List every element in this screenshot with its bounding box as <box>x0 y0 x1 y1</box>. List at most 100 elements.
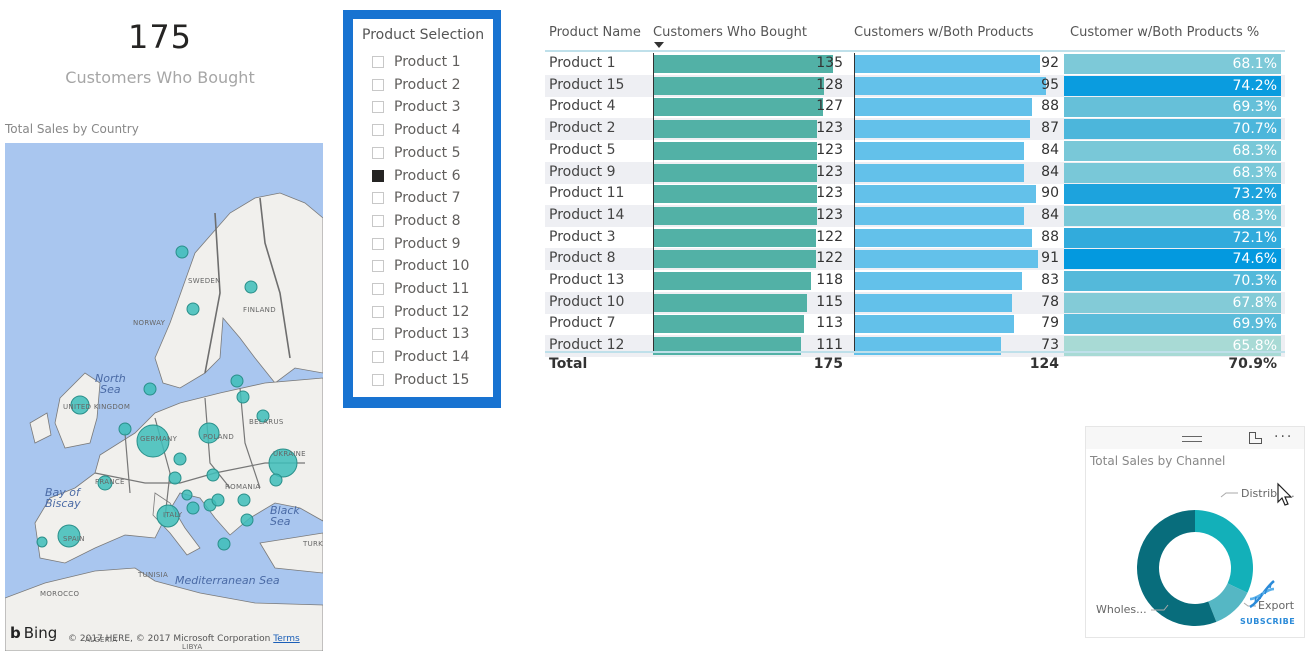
map-bubble[interactable] <box>186 302 200 316</box>
map-bubble[interactable] <box>230 374 244 388</box>
cell-product-name: Product 2 <box>549 120 616 137</box>
table-row[interactable]: Product 9 123 84 68.3% <box>545 161 1285 184</box>
column-header-customers-both[interactable]: Customers w/Both Products <box>854 25 1034 40</box>
table-row[interactable]: Product 2 123 87 70.7% <box>545 118 1285 141</box>
table-row[interactable]: Product 13 118 83 70.3% <box>545 270 1285 292</box>
checkbox[interactable] <box>372 237 384 250</box>
subscribe-button[interactable]: SUBSCRIBE <box>1240 617 1295 626</box>
checkbox[interactable] <box>372 373 384 386</box>
checkbox[interactable] <box>372 260 384 273</box>
donut-slice-distributor[interactable] <box>1195 510 1253 593</box>
table-row[interactable]: Product 4 127 88 69.3% <box>545 96 1285 118</box>
map-bubble[interactable] <box>237 493 251 507</box>
dna-icon <box>1249 580 1275 609</box>
table-row[interactable]: Product 7 113 79 69.9% <box>545 313 1285 335</box>
column-header-customers-both-pct[interactable]: Customer w/Both Products % <box>1070 25 1259 40</box>
map-visual[interactable]: SWEDEN NORWAY FINLAND UNITED KINGDOM GER… <box>5 143 323 651</box>
slicer-item-label: Product 9 <box>394 235 461 252</box>
map-bubble[interactable] <box>173 452 187 466</box>
cell-product-name: Product 11 <box>549 185 625 202</box>
slicer-item[interactable]: Product 6 <box>372 166 461 186</box>
cell-customers-bought: 128 <box>816 76 843 93</box>
column-header-customers-who-bought[interactable]: Customers Who Bought <box>653 25 807 40</box>
table-row[interactable]: Product 8 122 91 74.6% <box>545 248 1285 271</box>
map-bubble[interactable] <box>36 536 48 548</box>
slicer-item[interactable]: Product 8 <box>372 211 461 231</box>
slicer-item[interactable]: Product 7 <box>372 188 461 208</box>
kpi-value: 175 <box>127 18 193 56</box>
cell-customers-both: 78 <box>1041 293 1059 310</box>
slicer-item-label: Product 2 <box>394 76 461 93</box>
column-header-product-name[interactable]: Product Name <box>549 25 641 40</box>
slicer-item[interactable]: Product 1 <box>372 52 461 72</box>
map-bubble[interactable] <box>181 489 193 501</box>
slicer-item[interactable]: Product 3 <box>372 97 461 117</box>
slicer-item[interactable]: Product 10 <box>372 256 469 276</box>
map-bubble[interactable] <box>206 468 220 482</box>
slicer-item[interactable]: Product 15 <box>372 370 469 390</box>
checkbox[interactable] <box>372 146 384 159</box>
channel-donut-card[interactable]: ··· Total Sales by Channel Distribu... E… <box>1085 426 1305 638</box>
checkbox[interactable] <box>372 124 384 137</box>
cell-customers-bought: 113 <box>816 315 843 332</box>
slicer-item-label: Product 10 <box>394 258 470 275</box>
map-bubble[interactable] <box>175 245 189 259</box>
map-bubble[interactable] <box>240 513 254 527</box>
slicer-item[interactable]: Product 13 <box>372 324 469 344</box>
cell-customers-bought: 123 <box>816 185 843 202</box>
table-row[interactable]: Product 15 128 95 74.2% <box>545 74 1285 97</box>
cell-pct-background: 72.1% <box>1064 227 1281 248</box>
slicer-item[interactable]: Product 2 <box>372 75 461 95</box>
map-bubble[interactable] <box>168 471 182 485</box>
table-row[interactable]: Product 5 123 84 68.3% <box>545 140 1285 162</box>
slicer-item-label: Product 6 <box>394 167 461 184</box>
map-bubble[interactable] <box>118 422 132 436</box>
checkbox[interactable] <box>372 283 384 295</box>
slicer-item[interactable]: Product 9 <box>372 234 461 254</box>
cell-customers-bought: 115 <box>816 293 843 310</box>
checkbox[interactable] <box>372 192 384 205</box>
checkbox[interactable] <box>372 305 384 318</box>
slicer-item-label: Product 12 <box>394 303 470 320</box>
map-bubble[interactable] <box>236 390 250 404</box>
slicer-item[interactable]: Product 11 <box>372 279 469 299</box>
checkbox[interactable] <box>372 78 384 91</box>
map-bubble[interactable] <box>143 382 157 396</box>
checkbox[interactable] <box>372 328 384 341</box>
cell-customers-both-pct: 72.1% <box>1232 229 1277 246</box>
slicer-item[interactable]: Product 4 <box>372 120 461 140</box>
map-bubble[interactable] <box>217 537 231 551</box>
checkbox[interactable] <box>372 214 384 227</box>
terms-link[interactable]: Terms <box>273 634 300 644</box>
map-bubble[interactable] <box>244 280 258 294</box>
table-row[interactable]: Product 12 111 73 65.8% <box>545 335 1285 358</box>
cell-product-name: Product 5 <box>549 141 616 158</box>
map-bubble[interactable] <box>211 493 225 507</box>
header-divider <box>545 50 1285 52</box>
slicer-item[interactable]: Product 5 <box>372 143 461 163</box>
checkbox[interactable] <box>372 101 384 114</box>
table-row[interactable]: Product 11 123 90 73.2% <box>545 183 1285 205</box>
table-row[interactable]: Product 14 123 84 68.3% <box>545 204 1285 227</box>
cell-product-name: Product 13 <box>549 272 625 288</box>
cell-product-name: Product 14 <box>549 206 625 223</box>
cell-customers-bought: 122 <box>816 228 843 245</box>
checkbox[interactable] <box>372 351 384 364</box>
table-row[interactable]: Product 10 115 78 67.8% <box>545 291 1285 314</box>
donut-label-wholesale: Wholes... <box>1096 603 1147 616</box>
cell-customers-both-pct: 69.9% <box>1232 316 1277 333</box>
checkbox[interactable] <box>372 56 384 68</box>
slicer-item-label: Product 1 <box>394 54 461 70</box>
table-row[interactable]: Product 1 135 92 68.1% <box>545 53 1285 75</box>
bing-b-icon: b <box>10 624 21 642</box>
table-row[interactable]: Product 3 122 88 72.1% <box>545 227 1285 249</box>
slicer-item[interactable]: Product 14 <box>372 347 469 367</box>
map-bubble[interactable] <box>186 501 200 515</box>
cell-product-name: Product 3 <box>549 228 616 245</box>
cell-customers-both: 84 <box>1041 141 1059 158</box>
cell-pct-background: 70.7% <box>1064 119 1281 140</box>
slicer-item[interactable]: Product 12 <box>372 302 469 322</box>
map-bubble[interactable] <box>269 473 283 487</box>
cell-customers-both: 88 <box>1041 228 1059 245</box>
checkbox-checked[interactable] <box>372 169 384 182</box>
